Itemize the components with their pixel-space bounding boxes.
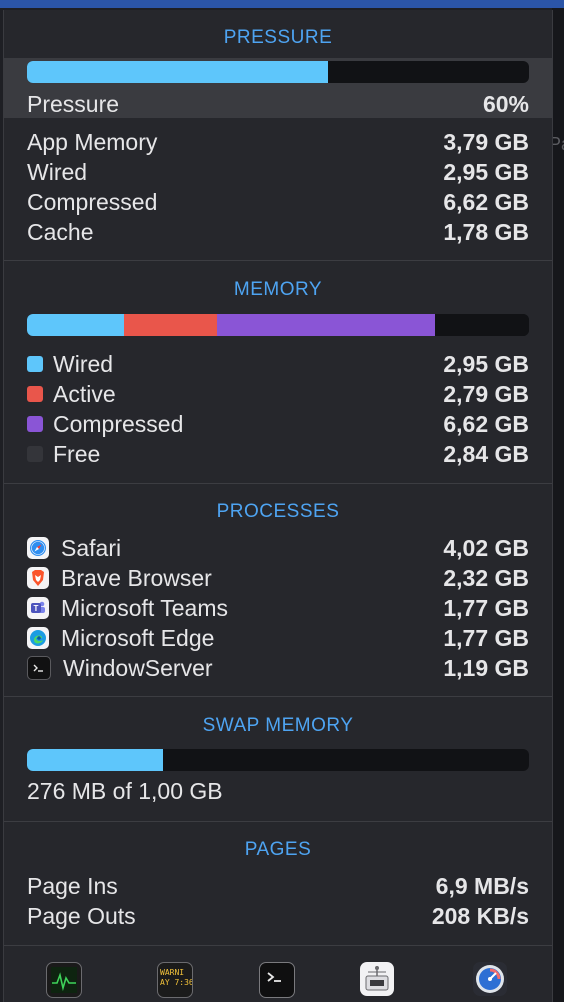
safari-icon	[27, 537, 49, 559]
divider	[4, 821, 552, 822]
page-outs-row: Page Outs 208 KB/s	[27, 901, 529, 931]
memory-legend-active: Active 2,79 GB	[27, 379, 529, 409]
memory-bar-segment-free	[435, 314, 529, 336]
compressed-value: 6,62 GB	[443, 188, 529, 215]
teams-icon: T	[27, 597, 49, 619]
process-value: 4,02 GB	[443, 534, 529, 561]
legend-label: Compressed	[53, 410, 184, 437]
edge-icon	[27, 627, 49, 649]
wired-row: Wired 2,95 GB	[27, 157, 529, 187]
wired-swatch	[27, 356, 43, 372]
brave-icon	[27, 567, 49, 589]
memory-bar-segment-compressed	[216, 314, 436, 336]
swap-title: SWAP MEMORY	[202, 715, 354, 736]
processes-title: PROCESSES	[216, 501, 340, 522]
active-swatch	[27, 386, 43, 402]
background-window: Pa	[549, 8, 564, 1002]
swap-text: 276 MB of 1,00 GB	[27, 777, 223, 804]
app-memory-label: App Memory	[27, 128, 158, 155]
compressed-swatch	[27, 416, 43, 432]
process-row[interactable]: Safari 4,02 GB	[27, 533, 529, 563]
process-value: 1,77 GB	[443, 624, 529, 651]
app-memory-row: App Memory 3,79 GB	[27, 127, 529, 157]
process-name: Microsoft Edge	[61, 624, 215, 651]
memory-legend-compressed: Compressed 6,62 GB	[27, 409, 529, 439]
page-outs-label: Page Outs	[27, 902, 136, 929]
wired-value: 2,95 GB	[443, 158, 529, 185]
terminal-icon[interactable]	[259, 962, 295, 998]
page-outs-value: 208 KB/s	[431, 902, 529, 929]
process-name: Microsoft Teams	[61, 594, 229, 621]
cache-value: 1,78 GB	[443, 218, 529, 245]
pressure-bar-fill	[27, 61, 329, 83]
process-value: 1,77 GB	[443, 594, 529, 621]
memory-title: MEMORY	[233, 279, 323, 300]
divider	[4, 696, 552, 697]
page-ins-row: Page Ins 6,9 MB/s	[27, 871, 529, 901]
wired-label: Wired	[27, 158, 88, 185]
legend-value: 2,84 GB	[443, 440, 529, 467]
memory-legend-wired: Wired 2,95 GB	[27, 349, 529, 379]
app-memory-value: 3,79 GB	[443, 128, 529, 155]
process-value: 1,19 GB	[443, 654, 529, 681]
divider	[4, 260, 552, 261]
legend-value: 2,79 GB	[443, 380, 529, 407]
page-ins-value: 6,9 MB/s	[435, 872, 529, 899]
pages-title: PAGES	[244, 839, 312, 860]
legend-label: Active	[53, 380, 116, 407]
process-row[interactable]: WindowServer 1,19 GB	[27, 653, 529, 683]
process-value: 2,32 GB	[443, 564, 529, 591]
swap-bar	[27, 749, 529, 771]
activity-monitor-icon[interactable]	[46, 962, 82, 998]
pressure-bar	[27, 61, 529, 83]
process-row[interactable]: T Microsoft Teams 1,77 GB	[27, 593, 529, 623]
swap-row: 276 MB of 1,00 GB	[27, 776, 529, 806]
divider	[4, 945, 552, 946]
process-name: Safari	[61, 534, 122, 561]
memory-legend-free: Free 2,84 GB	[27, 439, 529, 469]
pressure-title: PRESSURE	[223, 27, 333, 48]
legend-value: 6,62 GB	[443, 410, 529, 437]
memory-bar	[27, 314, 529, 336]
legend-value: 2,95 GB	[443, 350, 529, 377]
pressure-label: Pressure	[27, 90, 120, 117]
console-icon-text: WARNI AY 7:36	[160, 968, 193, 987]
free-swatch	[27, 446, 43, 462]
memory-bar-segment-wired	[27, 314, 125, 336]
disk-utility-icon[interactable]	[473, 962, 507, 996]
swap-bar-fill	[27, 749, 163, 771]
page-ins-label: Page Ins	[27, 872, 118, 899]
system-information-icon[interactable]	[360, 962, 394, 996]
process-name: WindowServer	[63, 654, 213, 681]
pressure-row: Pressure 60%	[27, 89, 529, 119]
legend-label: Free	[53, 440, 101, 467]
memory-panel: PRESSURE Pressure 60% App Memory 3,79 GB…	[3, 10, 553, 1002]
process-name: Brave Browser	[61, 564, 212, 591]
divider	[4, 483, 552, 484]
cache-row: Cache 1,78 GB	[27, 217, 529, 247]
window-top-edge	[0, 0, 564, 8]
process-row[interactable]: Microsoft Edge 1,77 GB	[27, 623, 529, 653]
legend-label: Wired	[53, 350, 114, 377]
memory-bar-segment-active	[124, 314, 217, 336]
cache-label: Cache	[27, 218, 94, 245]
compressed-label: Compressed	[27, 188, 158, 215]
compressed-row: Compressed 6,62 GB	[27, 187, 529, 217]
pressure-value: 60%	[482, 90, 529, 117]
console-icon[interactable]: WARNI AY 7:36	[157, 962, 193, 998]
svg-text:T: T	[34, 604, 39, 613]
terminal-icon	[27, 656, 51, 680]
process-row[interactable]: Brave Browser 2,32 GB	[27, 563, 529, 593]
